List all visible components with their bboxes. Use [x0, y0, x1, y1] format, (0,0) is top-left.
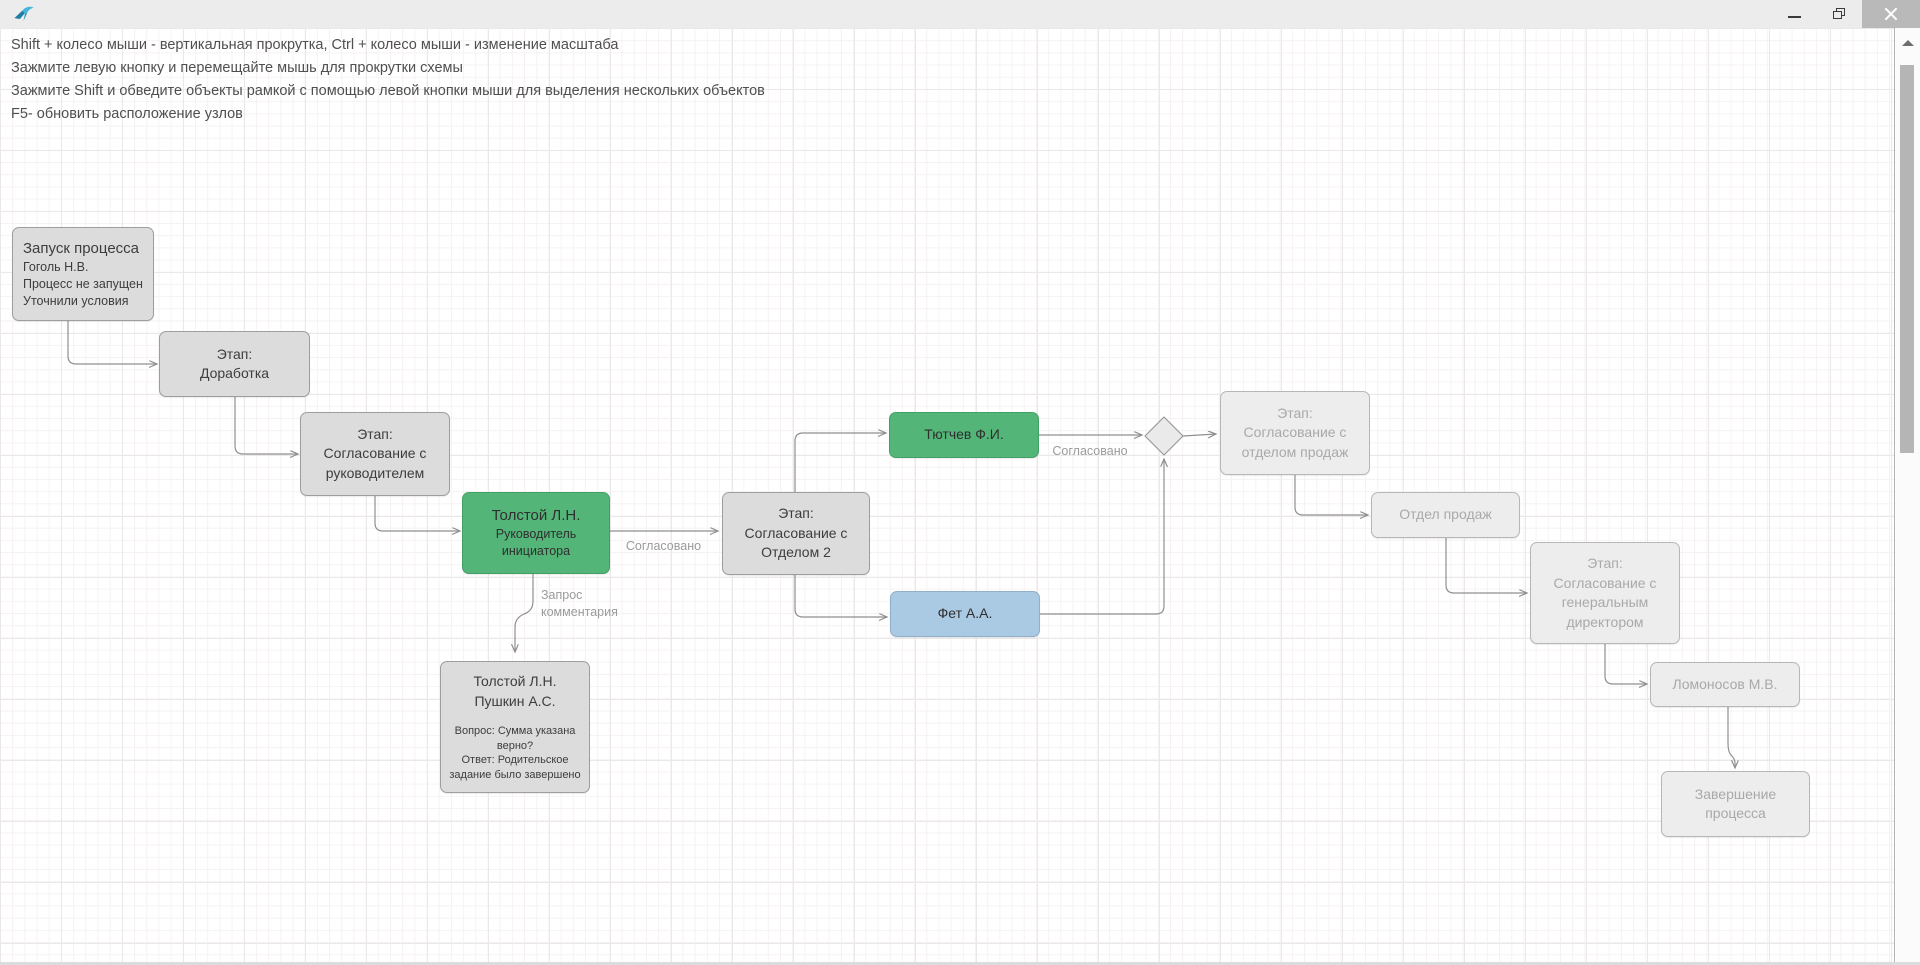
- node-line: Этап:: [1277, 404, 1313, 424]
- node-stage-sales-approval[interactable]: Этап:Согласование сотделом продаж: [1220, 391, 1370, 475]
- node-sales-dept[interactable]: Отдел продаж: [1371, 492, 1520, 538]
- node-comment-tolstoy[interactable]: Толстой Л.Н.Пушкин А.С. Вопрос: Сумма ука…: [440, 661, 590, 793]
- node-tolstoy[interactable]: Толстой Л.Н.Руководительинициатора: [462, 492, 610, 574]
- node-line: Отделом 2: [761, 543, 831, 563]
- node-line: Толстой Л.Н.: [474, 672, 557, 692]
- node-stage-rework[interactable]: Этап:Доработка: [159, 331, 310, 397]
- node-lomonosov[interactable]: Ломоносов М.В.: [1650, 662, 1800, 707]
- scrollbar-thumb[interactable]: [1900, 65, 1914, 453]
- diagram-canvas[interactable]: [0, 28, 1895, 965]
- node-stage-manager-approval[interactable]: Этап:Согласование сруководителем: [300, 412, 450, 496]
- instructions-block: Shift + колесо мыши - вертикальная прокр…: [11, 34, 765, 126]
- instruction-line: F5- обновить расположение узлов: [11, 103, 765, 126]
- node-line: Доработка: [200, 364, 269, 384]
- node-line: Этап:: [1587, 554, 1623, 574]
- minimize-button[interactable]: [1772, 0, 1817, 28]
- node-tyutchev[interactable]: Тютчев Ф.И.: [889, 412, 1039, 458]
- node-line: Руководитель: [496, 526, 577, 543]
- node-line: Ответ: Родительское задание было заверше…: [447, 753, 583, 782]
- node-line: Согласование с: [745, 524, 848, 544]
- node-line: Процесс не запущен: [23, 276, 143, 293]
- window-controls: [1772, 0, 1920, 28]
- instruction-line: Shift + колесо мыши - вертикальная прокр…: [11, 34, 765, 57]
- close-button[interactable]: [1862, 0, 1920, 28]
- node-line: отделом продаж: [1242, 443, 1349, 463]
- vertical-scrollbar[interactable]: [1896, 28, 1920, 965]
- node-line: Фет А.А.: [938, 604, 993, 624]
- edge-label: Запрос комментария: [541, 587, 626, 621]
- node-line: Гоголь Н.В.: [23, 259, 88, 276]
- app-logo-bird-icon: [12, 3, 36, 25]
- node-line: Отдел продаж: [1399, 505, 1492, 525]
- instruction-line: Зажмите Shift и обведите объекты рамкой …: [11, 80, 765, 103]
- node-line: Уточнили условия: [23, 293, 129, 310]
- node-stage-dept2[interactable]: Этап:Согласование сОтделом 2: [722, 492, 870, 575]
- node-line: Ломоносов М.В.: [1673, 675, 1778, 695]
- node-line: Тютчев Ф.И.: [924, 425, 1003, 445]
- node-finish[interactable]: Завершениепроцесса: [1661, 771, 1810, 837]
- node-line: Этап:: [217, 345, 253, 365]
- node-line: Этап:: [778, 504, 814, 524]
- node-line: Толстой Л.Н.: [492, 506, 581, 526]
- node-line: инициатора: [502, 543, 570, 560]
- restore-button[interactable]: [1817, 0, 1862, 28]
- node-line: процесса: [1705, 804, 1766, 824]
- node-start[interactable]: Запуск процессаГоголь Н.В.Процесс не зап…: [12, 227, 154, 321]
- edge-label: Согласовано: [1045, 443, 1135, 460]
- node-line: Этап:: [357, 425, 393, 445]
- node-line: Согласование с: [1244, 423, 1347, 443]
- restore-icon: [1833, 8, 1846, 20]
- node-fet[interactable]: Фет А.А.: [890, 591, 1040, 637]
- node-line: Согласование с: [324, 444, 427, 464]
- node-line: Вопрос: Сумма указана верно?: [447, 724, 583, 753]
- close-icon: [1884, 7, 1898, 21]
- node-stage-ceo-approval[interactable]: Этап:Согласование сгенеральнымдиректором: [1530, 542, 1680, 644]
- edge-label: Согласовано: [616, 538, 711, 555]
- scroll-up-icon[interactable]: [1902, 40, 1914, 46]
- titlebar: [0, 0, 1920, 28]
- node-line: Пушкин А.С.: [474, 692, 555, 712]
- node-line: Согласование с: [1554, 574, 1657, 594]
- node-line: директором: [1566, 613, 1643, 633]
- minimize-icon: [1788, 16, 1801, 18]
- instruction-line: Зажмите левую кнопку и перемещайте мышь …: [11, 57, 765, 80]
- node-line: Запуск процесса: [23, 239, 139, 259]
- node-line: генеральным: [1562, 593, 1649, 613]
- node-line: руководителем: [326, 464, 425, 484]
- node-line: Завершение: [1695, 785, 1776, 805]
